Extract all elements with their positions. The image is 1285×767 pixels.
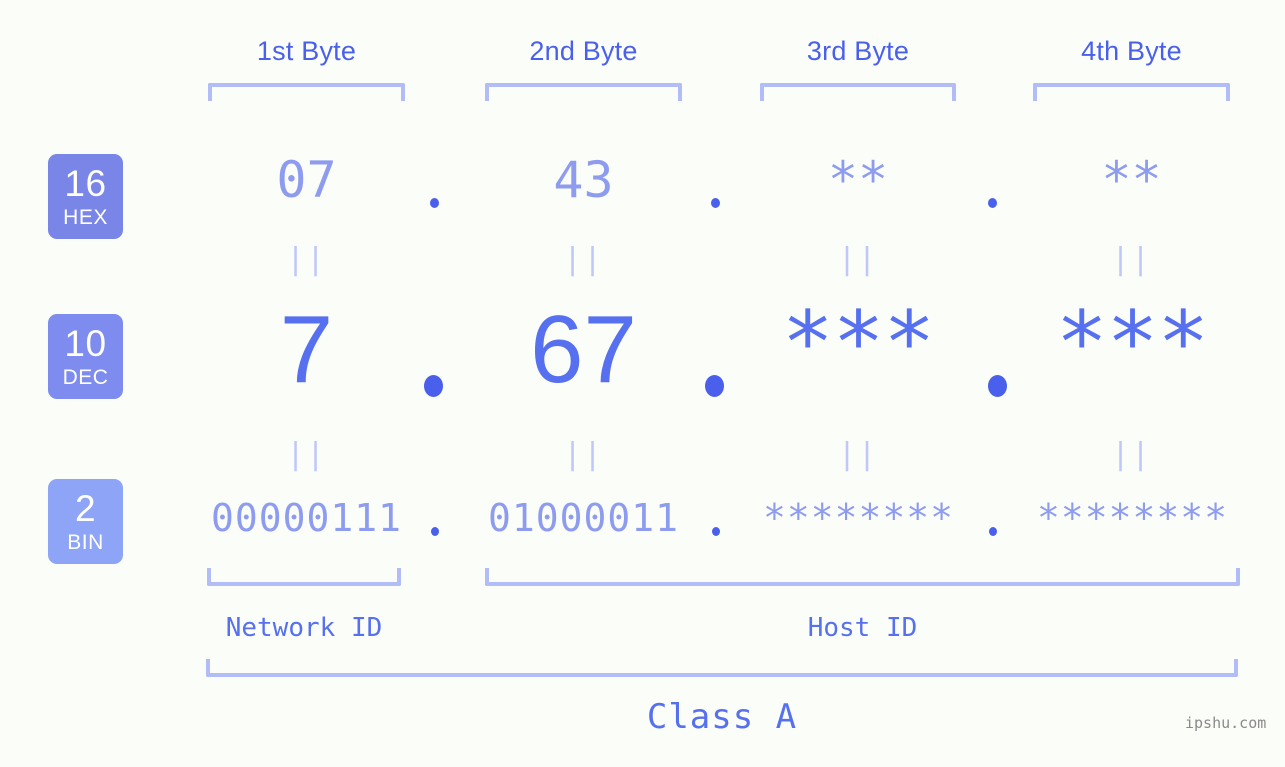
dec-dot-separator-1 [424, 375, 443, 397]
dec-dot-separator-2 [705, 375, 724, 397]
hex-dot-separator-1 [430, 198, 439, 208]
equals-mark-dec-bin-2: || [563, 437, 604, 472]
hex-dot-separator-2 [711, 198, 720, 208]
hex-value-byte-1: 07 [276, 151, 337, 209]
dec-value-byte-2: 67 [530, 296, 637, 403]
ip-address-breakdown-diagram: 1st Byte 2nd Byte 3rd Byte 4th Byte 16 H… [0, 0, 1285, 767]
byte-bracket-2 [485, 83, 682, 101]
network-id-label: Network ID [225, 613, 383, 643]
base-badge-bin-name: BIN [67, 531, 104, 554]
bin-dot-separator-1 [431, 527, 439, 536]
dec-dot-separator-3 [988, 375, 1007, 397]
base-badge-dec: 10 DEC [48, 314, 123, 399]
equals-mark-hex-dec-4: || [1111, 242, 1152, 277]
equals-mark-dec-bin-1: || [286, 437, 327, 472]
class-bracket [206, 659, 1238, 677]
bin-dot-separator-3 [989, 527, 997, 536]
equals-mark-hex-dec-2: || [563, 242, 604, 277]
base-badge-dec-number: 10 [64, 323, 107, 364]
dec-value-byte-3: *** [781, 293, 935, 393]
base-badge-bin: 2 BIN [48, 479, 123, 564]
dec-value-byte-1: 7 [279, 296, 334, 403]
equals-mark-dec-bin-3: || [837, 437, 879, 472]
byte-bracket-4 [1033, 83, 1230, 101]
byte-header-label-2: 2nd Byte [529, 36, 638, 66]
hex-value-byte-4: ** [1101, 151, 1162, 209]
class-label: Class A [646, 697, 798, 737]
network-id-bracket [207, 568, 401, 586]
base-badge-hex-number: 16 [64, 163, 107, 204]
equals-mark-dec-bin-4: || [1111, 437, 1152, 472]
hex-dot-separator-3 [988, 198, 997, 208]
byte-header-label-1: 1st Byte [256, 36, 357, 66]
byte-header-label-4: 4th Byte [1081, 36, 1182, 66]
base-badge-hex: 16 HEX [48, 154, 123, 239]
dec-value-byte-4: *** [1055, 293, 1209, 393]
host-id-label: Host ID [807, 613, 918, 643]
host-id-bracket [485, 568, 1240, 586]
base-badge-dec-name: DEC [62, 366, 109, 389]
byte-bracket-3 [760, 83, 956, 101]
equals-mark-hex-dec-3: || [837, 242, 879, 277]
bin-value-byte-1: 00000111 [210, 496, 403, 540]
base-badge-hex-name: HEX [63, 206, 108, 229]
bin-value-byte-2: 01000011 [487, 496, 680, 540]
watermark-ipshu: ipshu.com [1185, 714, 1267, 732]
bin-value-byte-4: ******** [1036, 496, 1229, 540]
base-badge-bin-number: 2 [74, 488, 97, 529]
byte-header-label-3: 3rd Byte [806, 36, 910, 66]
hex-value-byte-3: ** [827, 151, 889, 209]
equals-mark-hex-dec-1: || [286, 242, 327, 277]
bin-value-byte-3: ******** [762, 496, 955, 540]
bin-dot-separator-2 [712, 527, 720, 536]
byte-bracket-1 [208, 83, 405, 101]
hex-value-byte-2: 43 [553, 151, 614, 209]
